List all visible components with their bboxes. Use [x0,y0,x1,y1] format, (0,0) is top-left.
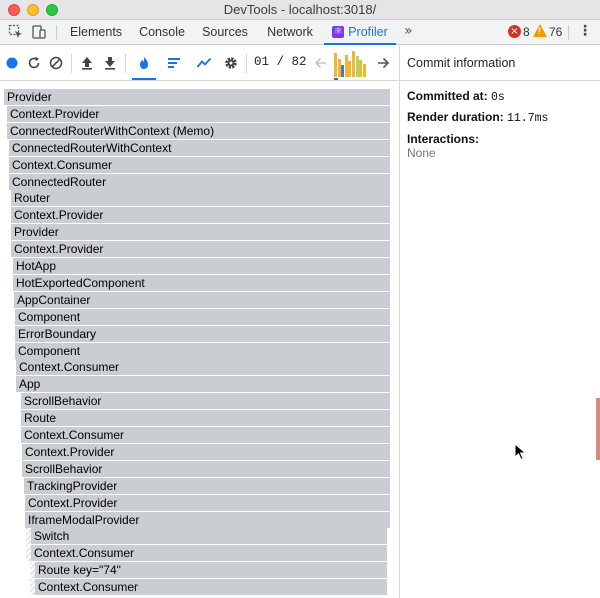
commit-bar[interactable] [362,64,366,77]
tab-elements[interactable]: Elements [64,20,128,44]
committed-at-row: Committed at: 0s [407,89,505,104]
commit-selector-chart[interactable] [334,51,367,80]
window-title: DevTools - localhost:3018/ [223,2,377,17]
flamegraph-bar[interactable]: ConnectedRouterWithContext (Memo) [7,122,390,139]
flamegraph-bar[interactable]: Context.Provider [22,443,390,460]
tab-profiler[interactable]: Profiler [324,20,396,45]
commit-bar[interactable] [359,60,363,77]
flamegraph-bar[interactable]: Route key="74" [35,562,387,579]
flamegraph-bar[interactable]: Component [15,308,390,325]
flamegraph-bar[interactable]: HotExportedComponent [13,274,390,291]
inspect-element-icon[interactable] [8,24,24,40]
flamegraph-bar[interactable]: ScrollBehavior [22,460,390,477]
load-profile-icon[interactable] [79,55,95,71]
flamegraph-bar[interactable]: IframeModalProvider [25,511,390,528]
react-icon [332,20,345,44]
render-duration-value: 11.7ms [507,112,549,125]
error-count[interactable]: 8 [523,25,530,39]
toolbar-separator [246,54,247,73]
commit-bar[interactable] [355,56,359,77]
flamegraph-bar[interactable]: Context.Provider [7,105,390,122]
commit-counter: 01 / 82 [254,55,307,69]
tab-sources[interactable]: Sources [197,20,253,44]
tab-strip-divider-right [568,25,569,40]
selected-commit-indicator [334,78,338,80]
flamegraph-bar[interactable]: ScrollBehavior [21,393,390,410]
error-icon[interactable]: × [508,25,521,38]
commit-bar[interactable] [337,59,341,77]
tab-network[interactable]: Network [260,20,320,44]
reload-and-profile-icon[interactable] [26,55,42,71]
flamegraph-bar[interactable]: TrackingProvider [24,477,390,494]
flamegraph-bar[interactable]: Context.Provider [25,494,390,511]
warning-count[interactable]: 76 [549,25,562,39]
flamegraph-icon[interactable] [136,55,152,71]
ranked-chart-icon[interactable] [166,55,182,71]
clear-profiling-icon[interactable] [48,55,64,71]
flamegraph-chart[interactable]: Provider Context.Provider ConnectedRouterW… [0,82,400,598]
flamegraph-bar[interactable]: Context.Consumer [16,359,390,376]
flamegraph-bar[interactable]: Provider [11,224,390,241]
flamegraph-bar[interactable]: Switch [31,528,387,545]
warning-icon-mark: ! [538,26,541,36]
record-icon[interactable] [4,55,20,71]
commit-bar[interactable] [344,55,348,77]
customize-menu-icon[interactable]: ⋮ [578,23,592,39]
flamegraph-bar[interactable]: Router [11,190,390,207]
flamegraph-bar[interactable]: Route [21,410,390,427]
next-commit-icon[interactable] [375,55,391,71]
flamegraph-bar[interactable]: Context.Provider [11,207,390,224]
flamegraph-bar[interactable]: ErrorBoundary [15,325,390,342]
interactions-icon[interactable] [196,55,212,71]
tab-strip-divider [56,25,57,40]
flamegraph-bar[interactable]: Provider [4,89,390,105]
toolbar-separator [125,54,126,73]
flamegraph-bar[interactable]: Context.Consumer [9,156,390,173]
previous-commit-icon[interactable] [313,55,329,71]
mouse-pointer-icon [514,443,527,461]
device-toolbar-icon[interactable] [31,24,47,40]
commit-bar[interactable] [334,53,337,77]
flamegraph-bar[interactable]: Context.Consumer [31,545,387,562]
flamegraph-bar[interactable]: ConnectedRouterWithContext [9,139,390,156]
flamegraph-bar[interactable]: ConnectedRouter [9,173,390,190]
commit-bar[interactable] [348,61,352,77]
tab-console[interactable]: Console [132,20,192,44]
flamegraph-bar[interactable]: App [16,376,390,393]
flamegraph-bar[interactable]: Context.Provider [11,241,390,258]
render-duration-row: Render duration: 11.7ms [407,110,548,125]
commit-bar[interactable] [352,51,355,77]
render-duration-label: Render duration: [407,110,504,124]
profiler-toolbar: 01 / 82 [0,46,400,81]
commit-information-header: Commit information [400,46,600,81]
commit-bar[interactable] [341,65,345,77]
interactions-label: Interactions: [407,132,480,146]
flamegraph-active-indicator [132,78,156,80]
devtools-tab-strip: Elements Console Sources Network Profile… [0,20,600,45]
flamegraph-bar[interactable]: Component [15,342,390,359]
settings-gear-icon[interactable] [223,55,239,71]
commit-information-panel: Commit information Committed at: 0s Rend… [400,46,600,598]
flamegraph-bar[interactable]: AppContainer [14,291,390,308]
flamegraph-bar[interactable]: HotApp [13,258,390,274]
committed-at-value: 0s [491,91,505,104]
interactions-value: None [407,146,436,160]
window-edge-highlight [596,398,600,460]
more-tabs-icon[interactable]: » [404,23,413,39]
flamegraph-bar[interactable]: Context.Consumer [21,427,390,443]
save-profile-icon[interactable] [102,55,118,71]
flamegraph-bar[interactable]: Context.Consumer [35,579,387,596]
window-titlebar: DevTools - localhost:3018/ [0,0,600,20]
committed-at-label: Committed at: [407,89,488,103]
toolbar-separator [71,54,72,73]
